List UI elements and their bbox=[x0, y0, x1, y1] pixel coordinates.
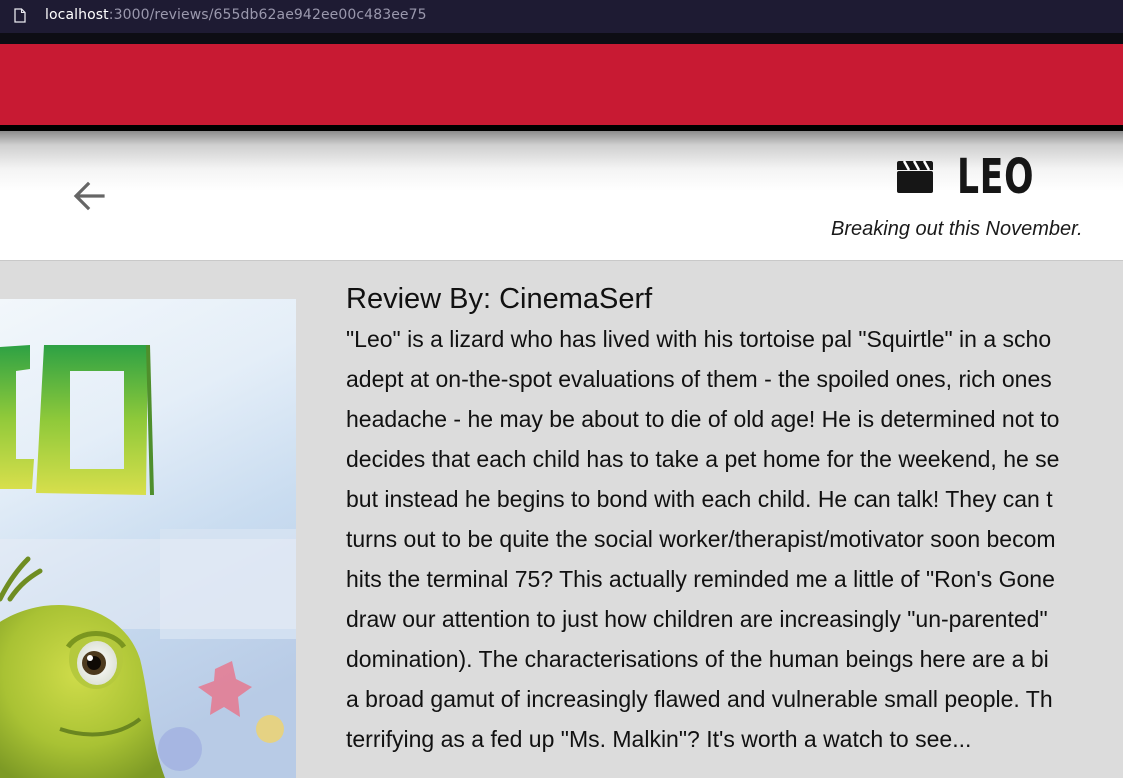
url-text[interactable]: localhost:3000/reviews/655db62ae942ee00c… bbox=[45, 7, 427, 23]
movie-header: LEO Breaking out this November. bbox=[0, 131, 1123, 261]
poster-image bbox=[0, 299, 296, 778]
page-icon bbox=[14, 8, 26, 23]
url-host: localhost bbox=[45, 7, 109, 23]
review-line: headache - he may be about to die of old… bbox=[346, 406, 1060, 432]
review-line: turns out to be quite the social worker/… bbox=[346, 526, 1056, 552]
review-line: terrifying as a fed up "Ms. Malkin"? It'… bbox=[346, 726, 972, 752]
clapperboard-icon bbox=[897, 160, 933, 193]
review-line: but instead he begins to bond with each … bbox=[346, 486, 1053, 512]
browser-address-bar: localhost:3000/reviews/655db62ae942ee00c… bbox=[0, 0, 1123, 33]
review-line: a broad gamut of increasingly flawed and… bbox=[346, 686, 1053, 712]
review-line: domination). The characterisations of th… bbox=[346, 646, 1049, 672]
site-banner bbox=[0, 44, 1123, 125]
review-line: hits the terminal 75? This actually remi… bbox=[346, 566, 1055, 592]
review-line: decides that each child has to take a pe… bbox=[346, 446, 1060, 472]
review-author-heading: Review By: CinemaSerf bbox=[346, 283, 653, 315]
review-line: adept at on-the-spot evaluations of them… bbox=[346, 366, 1052, 392]
url-path: :3000/reviews/655db62ae942ee00c483ee75 bbox=[108, 7, 427, 23]
review-line: "Leo" is a lizard who has lived with his… bbox=[346, 326, 1052, 352]
top-strip bbox=[0, 33, 1123, 44]
arrow-left-icon[interactable] bbox=[70, 177, 108, 215]
review-section: Review By: CinemaSerf "Leo" is a lizard … bbox=[346, 281, 1123, 759]
movie-poster bbox=[0, 299, 296, 778]
review-body: "Leo" is a lizard who has lived with his… bbox=[346, 319, 1123, 759]
review-line: draw our attention to just how children … bbox=[346, 606, 1048, 632]
movie-title: LEO bbox=[957, 149, 1035, 205]
movie-tagline: Breaking out this November. bbox=[831, 218, 1083, 240]
